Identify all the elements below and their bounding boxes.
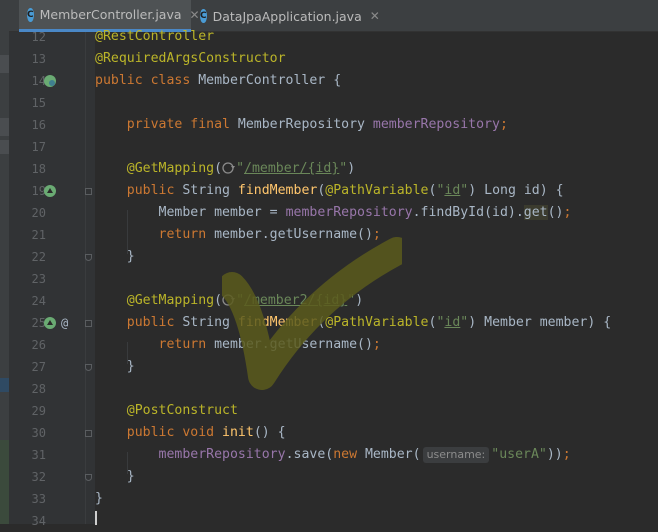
line-number: 22 — [31, 250, 46, 264]
code-line: @GetMapping("/member/{id}") — [126, 161, 356, 176]
code-line: public void init() { — [126, 425, 286, 440]
strip-marker — [0, 440, 9, 524]
class-icon: C — [200, 9, 207, 23]
line-number: 31 — [31, 448, 46, 462]
fold-marker[interactable] — [85, 430, 92, 437]
spring-endpoint-icon[interactable] — [43, 316, 57, 330]
strip-marker — [0, 378, 9, 392]
fold-marker[interactable] — [85, 254, 92, 261]
editor-gutter: 12 13 14 15 16 17 18 19 20 21 22 23 24 2… — [9, 30, 95, 528]
line-number: 27 — [31, 360, 46, 374]
line-number: 21 — [31, 228, 46, 242]
tab-datajpaapplication[interactable]: C DataJpaApplication.java ✕ — [192, 0, 380, 32]
line-number: 29 — [31, 404, 46, 418]
checkmark-watermark — [222, 237, 402, 390]
left-tool-strip — [0, 0, 9, 524]
parameter-hint: username: — [422, 447, 490, 463]
code-line: @RestController — [95, 29, 215, 44]
fold-marker[interactable] — [85, 188, 92, 195]
at-sign-icon[interactable]: @ — [61, 314, 68, 332]
code-line: } — [95, 359, 135, 374]
code-line: } — [95, 469, 135, 484]
fold-marker[interactable] — [85, 474, 92, 481]
line-number: 18 — [31, 162, 46, 176]
line-number: 20 — [31, 206, 46, 220]
line-number: 24 — [31, 294, 46, 308]
line-number: 34 — [31, 514, 46, 528]
code-line: public class MemberController { — [95, 73, 342, 88]
fold-marker[interactable] — [85, 320, 92, 327]
code-line: @PostConstruct — [126, 403, 238, 418]
line-number: 32 — [31, 470, 46, 484]
code-line: } — [95, 249, 135, 264]
spring-endpoint-icon[interactable] — [43, 184, 57, 198]
line-number: 30 — [31, 426, 46, 440]
code-line: Member member = memberRepository.findByI… — [95, 205, 572, 220]
code-line: public String findMember(@PathVariable("… — [126, 183, 564, 198]
line-number: 26 — [31, 338, 46, 352]
code-line: @RequiredArgsConstructor — [95, 51, 286, 66]
line-number: 33 — [31, 492, 46, 506]
line-number: 23 — [31, 272, 46, 286]
line-number: 16 — [31, 118, 46, 132]
tab-label: DataJpaApplication.java — [212, 8, 362, 24]
code-line: memberRepository.save(new Member(usernam… — [158, 447, 571, 463]
spring-bean-icon[interactable] — [43, 74, 57, 88]
close-icon[interactable]: ✕ — [370, 9, 380, 23]
tab-label: MemberController.java — [39, 7, 182, 22]
code-line: } — [95, 491, 103, 506]
line-number: 12 — [31, 30, 46, 44]
line-number: 13 — [31, 52, 46, 66]
line-number: 17 — [31, 140, 46, 154]
strip-marker — [0, 140, 9, 154]
strip-marker — [0, 118, 9, 136]
gutter-separator — [85, 32, 86, 524]
code-line: private final MemberRepository memberRep… — [126, 117, 508, 132]
fold-marker[interactable] — [85, 364, 92, 371]
line-number: 28 — [31, 382, 46, 396]
globe-icon — [222, 162, 236, 174]
text-caret — [95, 511, 97, 525]
strip-marker — [0, 55, 9, 73]
line-number: 15 — [31, 96, 46, 110]
class-icon: C — [27, 7, 34, 22]
